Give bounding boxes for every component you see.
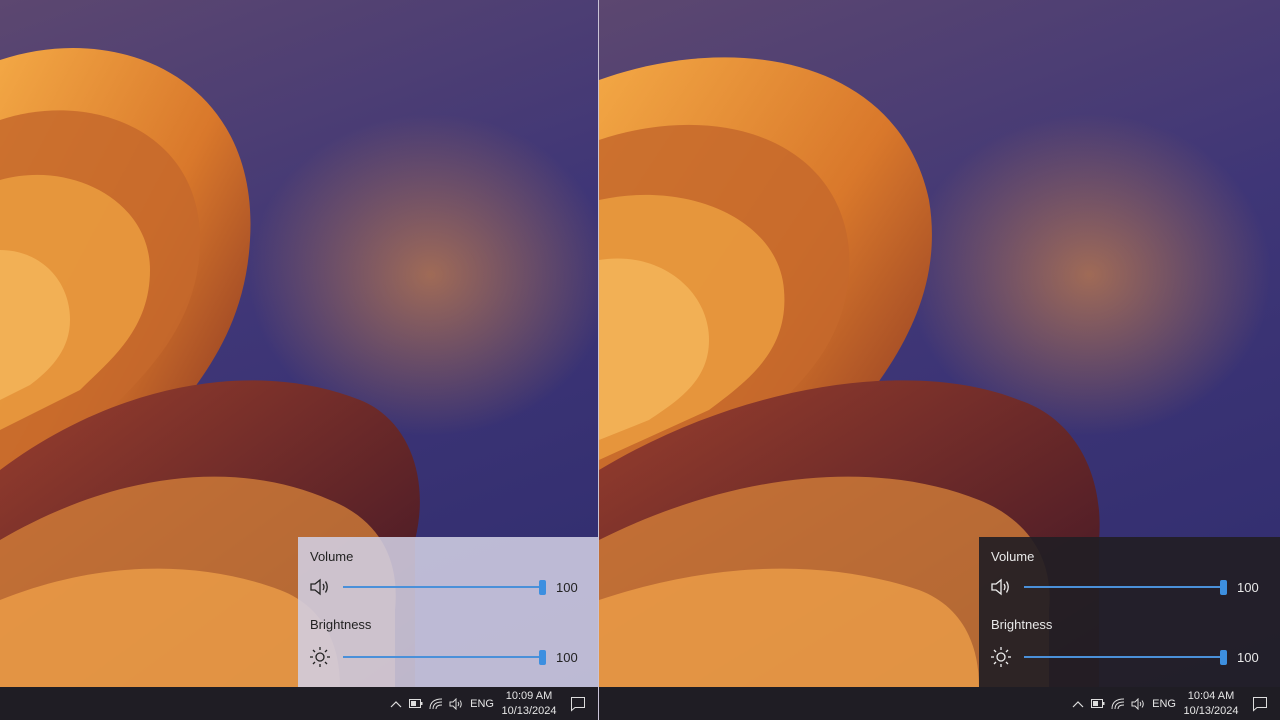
- brightness-slider-thumb[interactable]: [539, 650, 546, 665]
- clock-time: 10:09 AM: [505, 690, 553, 702]
- volume-brightness-flyout: Volume 100 Brightness 100: [979, 537, 1280, 687]
- volume-icon[interactable]: [446, 687, 466, 720]
- brightness-slider-track[interactable]: [343, 656, 546, 658]
- volume-slider-track[interactable]: [1024, 586, 1227, 588]
- battery-icon[interactable]: [1088, 687, 1108, 720]
- clock-time: 10:04 AM: [1187, 690, 1235, 702]
- battery-icon[interactable]: [406, 687, 426, 720]
- taskbar: ENG 10:09 AM 10/13/2024: [0, 687, 598, 720]
- brightness-value: 100: [556, 650, 578, 665]
- volume-icon[interactable]: [1128, 687, 1148, 720]
- brightness-slider-thumb[interactable]: [1220, 650, 1227, 665]
- notification-icon[interactable]: [1240, 687, 1280, 720]
- notification-icon[interactable]: [558, 687, 598, 720]
- chevron-up-icon[interactable]: [386, 687, 406, 720]
- clock-date: 10/13/2024: [1183, 705, 1239, 717]
- speaker-icon[interactable]: [990, 576, 1012, 598]
- brightness-label: Brightness: [310, 617, 372, 632]
- brightness-label: Brightness: [991, 617, 1053, 632]
- brightness-slider-track[interactable]: [1024, 656, 1227, 658]
- volume-value: 100: [556, 580, 578, 595]
- sun-icon[interactable]: [309, 646, 331, 668]
- language-indicator[interactable]: ENG: [466, 698, 500, 710]
- volume-slider-thumb[interactable]: [539, 580, 546, 595]
- wifi-icon[interactable]: [1108, 687, 1128, 720]
- chevron-up-icon[interactable]: [1068, 687, 1088, 720]
- volume-brightness-flyout: Volume 100 Brightness 100: [298, 537, 598, 687]
- volume-value: 100: [1237, 580, 1259, 595]
- speaker-icon[interactable]: [309, 576, 331, 598]
- volume-slider-thumb[interactable]: [1220, 580, 1227, 595]
- system-tray: ENG 10:04 AM 10/13/2024: [1068, 687, 1280, 720]
- clock-date: 10/13/2024: [501, 705, 557, 717]
- volume-slider-track[interactable]: [343, 586, 546, 588]
- brightness-value: 100: [1237, 650, 1259, 665]
- volume-label: Volume: [310, 549, 354, 564]
- clock[interactable]: 10:09 AM 10/13/2024: [500, 688, 558, 719]
- sun-icon[interactable]: [990, 646, 1012, 668]
- taskbar: ENG 10:04 AM 10/13/2024: [599, 687, 1280, 720]
- screenshot-left: Volume 100 Brightness 100 ENG 10:09 AM 1…: [0, 0, 598, 720]
- clock[interactable]: 10:04 AM 10/13/2024: [1182, 688, 1240, 719]
- volume-label: Volume: [991, 549, 1035, 564]
- system-tray: ENG 10:09 AM 10/13/2024: [386, 687, 598, 720]
- language-indicator[interactable]: ENG: [1148, 698, 1182, 710]
- wifi-icon[interactable]: [426, 687, 446, 720]
- screenshot-right: Volume 100 Brightness 100 ENG 10:04 AM 1…: [599, 0, 1280, 720]
